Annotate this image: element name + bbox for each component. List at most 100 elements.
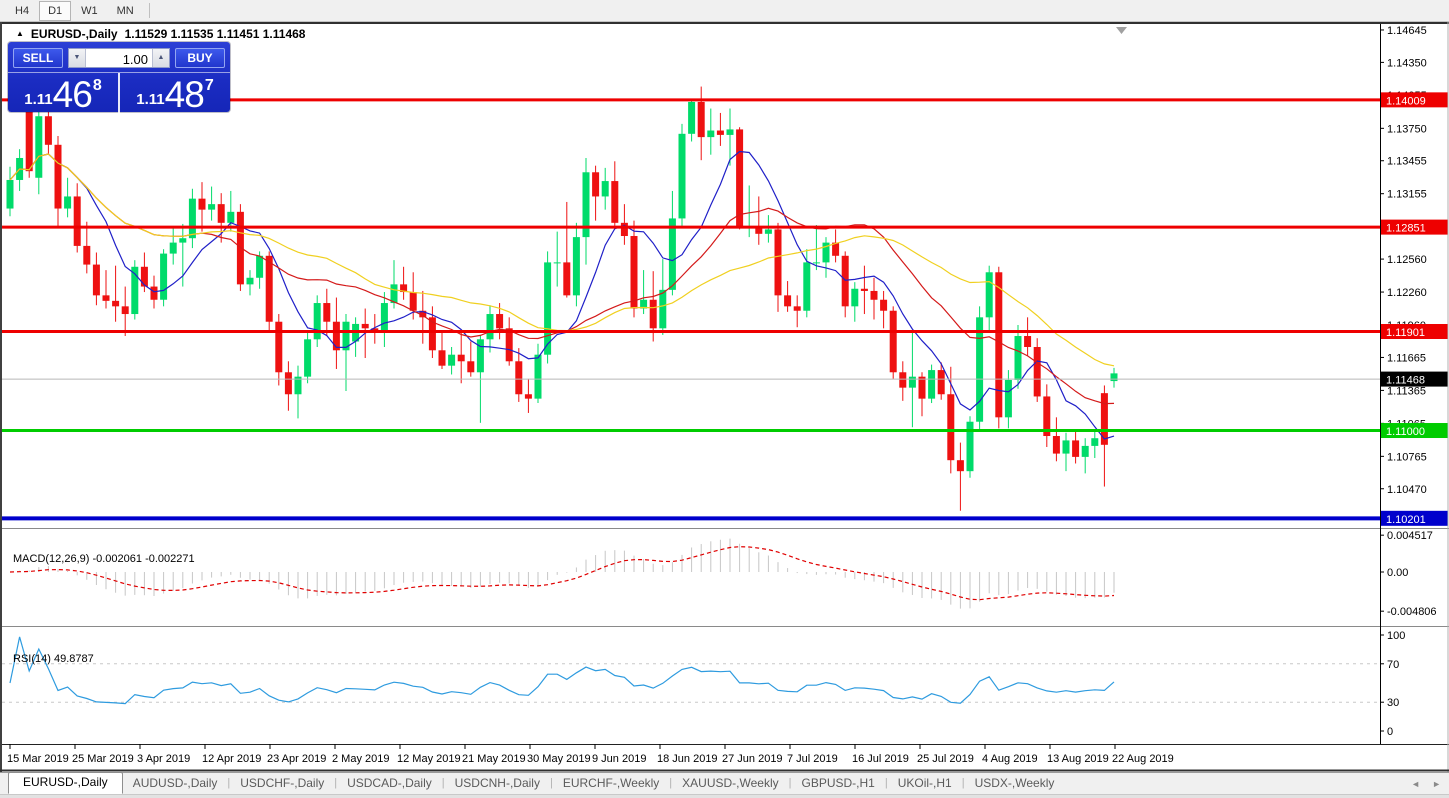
candle-body (1034, 347, 1041, 396)
hline-price-tag-label: 1.11000 (1386, 426, 1425, 438)
volume-increase-button[interactable]: ▲ (152, 49, 169, 67)
candle-body (1024, 336, 1031, 347)
mt4-window: { "toolbar": { "timeframes": [ {"label":… (0, 0, 1449, 798)
candle-body (957, 460, 964, 471)
timeframe-toolbar: H4D1W1MN (0, 0, 1449, 22)
sell-button[interactable]: SELL (13, 48, 63, 68)
buy-price-display[interactable]: 1.11 48 7 (120, 73, 230, 115)
price-tick-label: 1.14645 (1387, 25, 1427, 37)
tab-scroll-left-icon[interactable]: ◄ (1411, 779, 1420, 789)
candle-body (7, 180, 14, 209)
candle-body (919, 377, 926, 399)
candle-body (218, 204, 225, 223)
candle-body (227, 212, 234, 223)
sell-price-display[interactable]: 1.11 46 8 (8, 73, 120, 115)
macd-tick-label: 0.00 (1387, 567, 1408, 579)
candle-body (112, 301, 119, 306)
candle-body (199, 199, 206, 210)
volume-decrease-button[interactable]: ▼ (69, 49, 86, 67)
date-label: 21 May 2019 (462, 753, 526, 765)
price-tick-label: 1.10470 (1387, 484, 1427, 496)
hline-price-tag-label: 1.10201 (1386, 514, 1426, 526)
sell-price-prefix: 1.11 (24, 91, 52, 108)
chart-tab-ukoil-h1[interactable]: UKOil-,H1 (888, 773, 962, 794)
hline-price-tag-label: 1.12851 (1386, 223, 1426, 235)
chart-canvas[interactable]: 1.146451.143501.140551.137501.134551.131… (0, 22, 1449, 772)
price-tick-label: 1.11665 (1387, 352, 1426, 364)
chart-tab-usdchf-daily[interactable]: USDCHF-,Daily (230, 773, 334, 794)
chart-tab-xauusd-weekly[interactable]: XAUUSD-,Weekly (672, 773, 788, 794)
chart-tab-usdcad-daily[interactable]: USDCAD-,Daily (337, 773, 442, 794)
candle-body (803, 262, 810, 310)
candle-body (448, 355, 455, 366)
candle-body (631, 236, 638, 309)
rsi-tick-label: 70 (1387, 659, 1399, 671)
timeframe-button-d1[interactable]: D1 (39, 1, 71, 21)
candle-body (83, 246, 90, 265)
candle-body (554, 262, 561, 263)
candle-body (256, 256, 263, 278)
candle-body (813, 262, 820, 263)
candle-body (160, 254, 167, 300)
candle-body (995, 272, 1002, 417)
candle-body (592, 172, 599, 196)
chart-tab-audusd-daily[interactable]: AUDUSD-,Daily (123, 773, 228, 794)
candle-body (573, 237, 580, 295)
chart-tab-eurchf-weekly[interactable]: EURCHF-,Weekly (553, 773, 669, 794)
candle-body (55, 145, 62, 209)
chart-tab-gbpusd-h1[interactable]: GBPUSD-,H1 (791, 773, 884, 794)
candle-body (611, 181, 618, 223)
candle-body (381, 303, 388, 333)
chart-symbol-label: EURUSD-,Daily (31, 27, 118, 41)
candle-body (247, 278, 254, 285)
candle-body (477, 339, 484, 372)
candle-body (26, 107, 33, 171)
candle-body (266, 256, 273, 322)
candle-body (179, 238, 186, 242)
price-tick-label: 1.12260 (1387, 287, 1427, 299)
candle-body (410, 292, 417, 311)
chart-tab-usdcnh-daily[interactable]: USDCNH-,Daily (445, 773, 550, 794)
candle-body (170, 243, 177, 254)
collapse-panel-icon[interactable]: ▲ (16, 30, 24, 38)
toolbar-separator (149, 3, 150, 18)
chart-tab-usdx-weekly[interactable]: USDX-,Weekly (965, 773, 1065, 794)
date-label: 12 May 2019 (397, 753, 461, 765)
chart-tab-eurusd-daily[interactable]: EURUSD-,Daily (8, 772, 123, 794)
hline-price-tag-label: 1.14009 (1386, 95, 1426, 107)
candle-body (1101, 393, 1108, 445)
candle-body (525, 394, 532, 398)
trade-panel-top-row: SELL ▼ 1.00 ▲ BUY (8, 42, 230, 73)
candle-body (938, 370, 945, 394)
volume-input[interactable]: 1.00 (86, 49, 152, 67)
tab-scroll-right-icon[interactable]: ► (1432, 779, 1441, 789)
buy-button[interactable]: BUY (175, 48, 225, 68)
candle-body (602, 181, 609, 196)
candle-body (736, 129, 743, 226)
timeframe-button-h4[interactable]: H4 (6, 1, 38, 21)
candle-body (707, 131, 714, 138)
candle-body (1015, 336, 1022, 380)
date-label: 22 Aug 2019 (1112, 753, 1174, 765)
hline-price-tag-label: 1.11901 (1386, 327, 1425, 339)
trade-panel-prices: 1.11 46 8 1.11 48 7 (8, 73, 230, 115)
price-tick-label: 1.10765 (1387, 451, 1427, 463)
price-tick-label: 1.14350 (1387, 57, 1427, 69)
candle-body (362, 324, 369, 328)
timeframe-button-mn[interactable]: MN (108, 1, 143, 21)
one-click-trading-panel: SELL ▼ 1.00 ▲ BUY 1.11 46 8 1.11 48 7 (8, 42, 230, 112)
candle-body (189, 199, 196, 239)
timeframe-button-w1[interactable]: W1 (72, 1, 107, 21)
date-label: 9 Jun 2019 (592, 753, 646, 765)
candle-body (64, 196, 71, 208)
candle-body (285, 372, 292, 394)
candle-body (698, 102, 705, 137)
candle-body (1111, 373, 1118, 381)
candle-body (122, 306, 129, 314)
date-label: 4 Aug 2019 (982, 753, 1038, 765)
candle-body (496, 314, 503, 328)
price-tick-label: 1.12560 (1387, 254, 1427, 266)
date-label: 25 Jul 2019 (917, 753, 974, 765)
candle-body (871, 291, 878, 300)
candle-body (458, 355, 465, 362)
